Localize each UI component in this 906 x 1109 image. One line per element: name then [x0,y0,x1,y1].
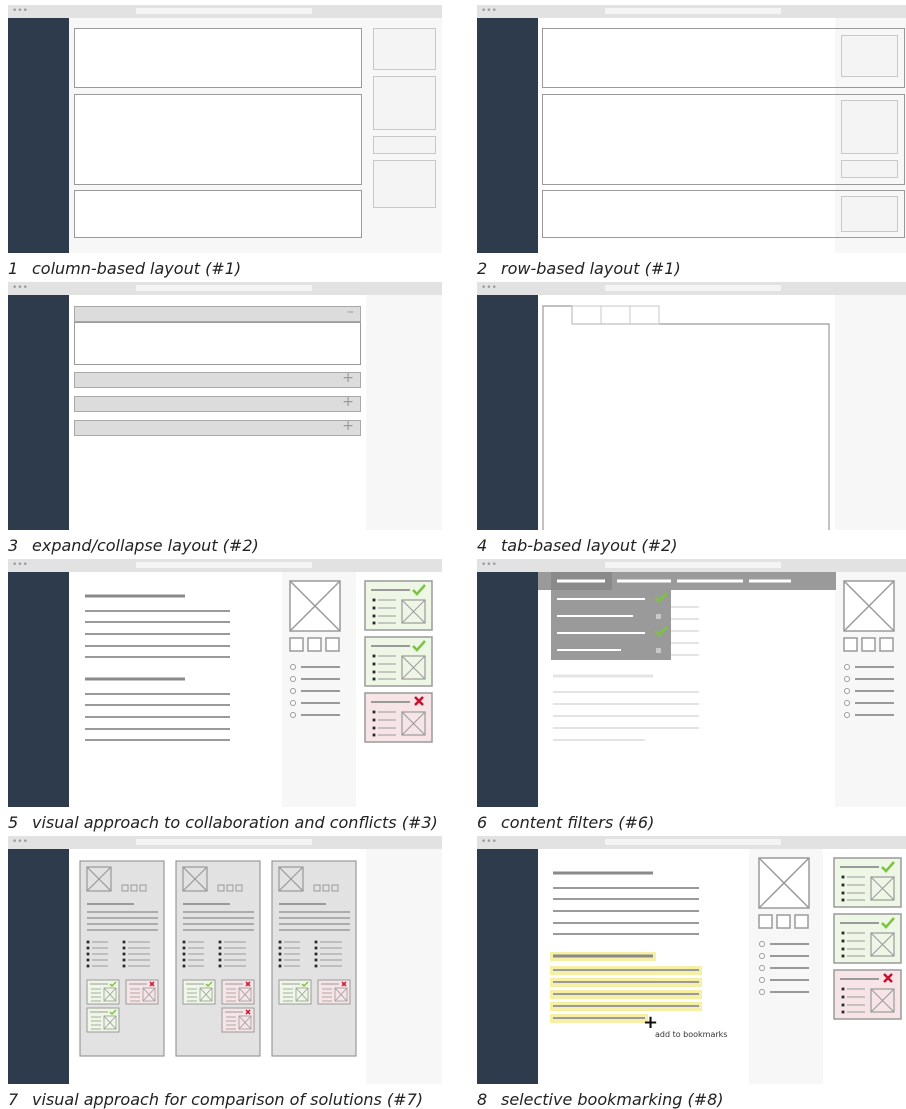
rejected-mini-card [221,979,255,1005]
rejected-card [364,692,433,743]
column-widget-2 [373,76,436,130]
column-widget-4 [373,160,436,208]
caption: 8 selective bookmarking (#8) [477,1090,724,1109]
rejected-mini-card [221,1007,255,1033]
url-bar [136,8,312,14]
column-widget-3 [373,136,436,154]
accepted-mini-card [86,1007,120,1033]
solution-column-3 [271,860,357,1057]
caption: 5 visual approach to collaboration and co… [8,813,438,832]
accordion-header-collapsed[interactable]: + [74,418,361,436]
title-bar: ••• [477,5,906,18]
caption: 4 tab-based layout (#2) [477,536,678,555]
window-dots-icon: ••• [12,283,28,293]
row-widget-3 [841,160,898,178]
tab-container [542,305,830,530]
column-widget-1 [373,28,436,70]
content-block-bottom [74,190,362,238]
caption: 6 content filters (#6) [477,813,655,832]
row-widget-2 [841,100,898,154]
accepted-card [364,636,433,687]
accepted-mini-card [182,979,216,1005]
content-block-top [74,28,362,88]
right-column [366,295,442,530]
add-to-bookmarks-label[interactable]: add to bookmarks [655,1030,727,1039]
filter-diagram [538,572,895,741]
collapse-icon[interactable]: – [347,304,354,320]
accordion-header-open[interactable]: – [74,304,361,322]
accepted-card [364,580,433,631]
sidebar [477,18,538,253]
browser-window: ••• [8,559,442,807]
browser-window: ••• [477,5,906,253]
caption: 3 expand/collapse layout (#2) [8,536,259,555]
title-bar: ••• [8,282,442,295]
rejected-mini-card [317,979,351,1005]
image-placeholder-icon [758,857,810,909]
highlighted-selection [550,952,702,1023]
browser-window: ••• [8,836,442,1084]
caption: 2 row-based layout (#1) [477,259,681,278]
sidebar [8,18,69,253]
browser-window: ••• [477,559,906,807]
title-bar: ••• [8,5,442,18]
accordion-body [74,322,361,365]
window-dots-icon: ••• [481,6,497,16]
accepted-card [833,913,902,964]
row-widget-4 [841,196,898,232]
rejected-card [833,969,902,1020]
browser-window: ••• [477,836,906,1084]
accordion-header-collapsed[interactable]: + [74,394,361,412]
comparison-diagram [79,860,357,1057]
image-placeholder-icon [289,580,341,632]
bookmark-diagram [550,857,902,1023]
image-placeholder-icon [843,580,895,632]
collaboration-diagram [85,580,433,743]
browser-window: ••• – + + + [8,282,442,530]
row-widget-1 [841,35,898,77]
sidebar [8,295,69,530]
browser-window: ••• [8,5,442,253]
url-bar [136,285,312,291]
browser-window: ••• [477,282,906,530]
url-bar [605,8,781,14]
caption: 7 visual approach for comparison of solut… [8,1090,423,1109]
caption: 1 column-based layout (#1) [8,259,242,278]
expand-icon[interactable]: + [342,418,354,434]
expand-icon[interactable]: + [342,394,354,410]
content-block-middle [74,94,362,185]
accordion-header-collapsed[interactable]: + [74,370,361,388]
expand-icon[interactable]: + [342,370,354,386]
accepted-mini-card [278,979,312,1005]
accepted-card [833,857,902,908]
window-dots-icon: ••• [12,6,28,16]
